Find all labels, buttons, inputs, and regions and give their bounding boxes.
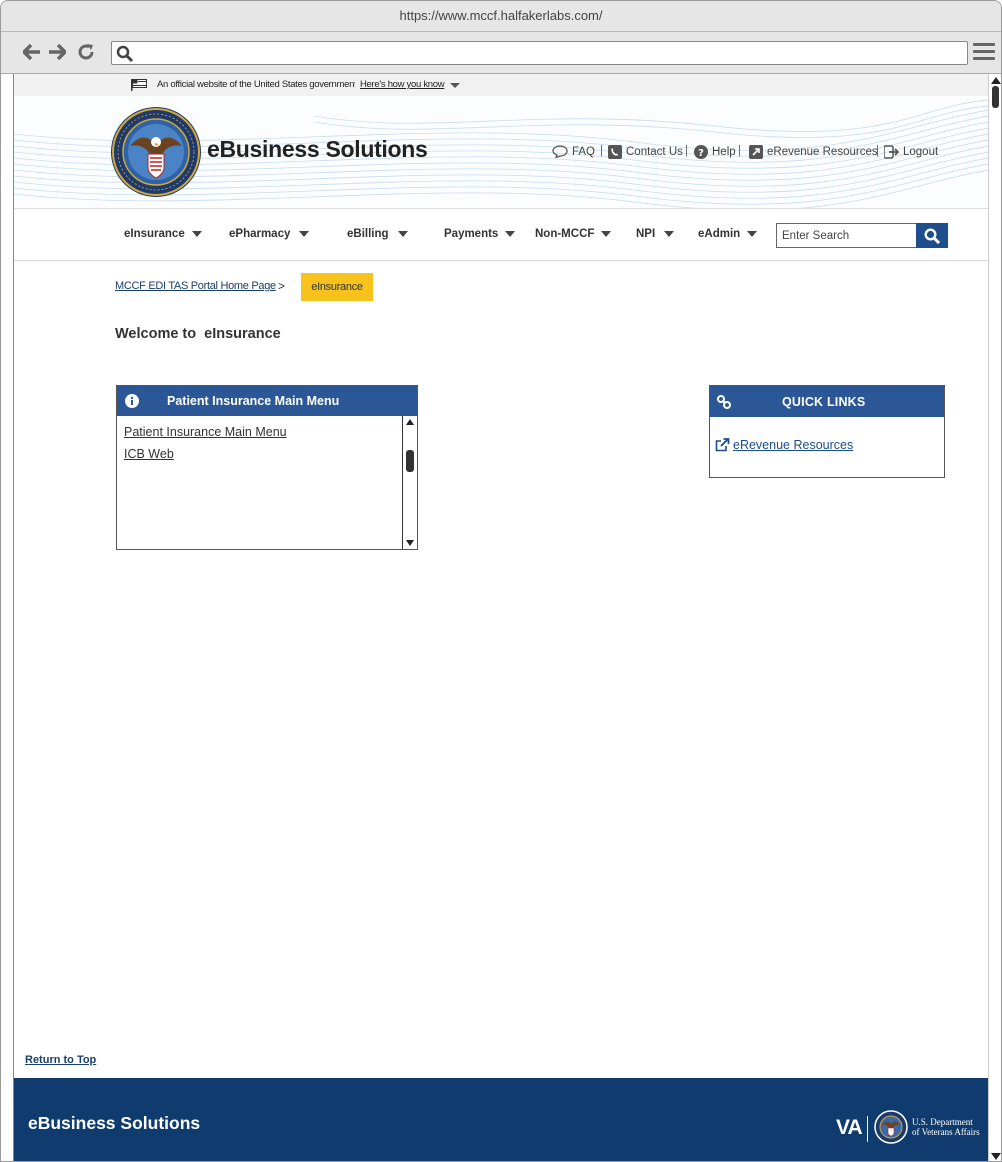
site-search [776, 223, 948, 248]
erevenue-label: eRevenue Resources [767, 146, 878, 158]
patient-insurance-main-menu-link[interactable]: Patient Insurance Main Menu [124, 421, 401, 443]
nav-item-ebilling[interactable]: eBilling [347, 228, 408, 240]
gov-banner: An official website of the United States… [14, 74, 988, 96]
nav-item-non-mccf[interactable]: Non-MCCF [535, 228, 612, 240]
logout-link[interactable]: Logout [884, 145, 938, 159]
browser-window: https://www.mccf.halfakerlabs.com/ An of… [0, 0, 1002, 1162]
arrow-right-icon [49, 44, 66, 60]
erevenue-resources-quick-link[interactable]: eRevenue Resources [715, 438, 853, 452]
va-logo-text: VA [836, 1116, 863, 1139]
help-link[interactable]: ? Help [694, 145, 736, 159]
chevron-down-icon [747, 231, 758, 237]
breadcrumb-separator: > [278, 279, 286, 293]
speech-bubble-icon [552, 145, 568, 158]
breadcrumb-home-link[interactable]: MCCF EDI TAS Portal Home Page [115, 280, 276, 292]
site-header: eBusiness Solutions FAQ | Contact Us | ?… [14, 96, 988, 209]
search-icon [116, 45, 134, 63]
quick-links-title: QUICK LINKS [782, 395, 866, 409]
gov-banner-text: An official website of the United States… [157, 79, 355, 90]
browser-title-bar: https://www.mccf.halfakerlabs.com/ [1, 1, 1001, 32]
icb-web-link[interactable]: ICB Web [124, 443, 401, 465]
nav-item-npi[interactable]: NPI [636, 228, 675, 240]
help-label: Help [712, 146, 736, 158]
va-department-name: U.S. Department of Veterans Affairs [912, 1117, 980, 1137]
page-viewport: An official website of the United States… [13, 74, 988, 1161]
chevron-down-icon [664, 231, 675, 237]
panel-list: Patient Insurance Main Menu ICB Web [117, 416, 401, 549]
return-to-top-link[interactable]: Return to Top [25, 1054, 96, 1066]
back-button[interactable] [21, 40, 43, 64]
nav-item-eadmin[interactable]: eAdmin [698, 228, 758, 240]
info-circle-icon [125, 394, 139, 408]
nav-item-payments[interactable]: Payments [444, 228, 516, 240]
question-circle-icon: ? [694, 145, 708, 159]
chevron-down-icon [505, 231, 516, 237]
patient-insurance-panel: Patient Insurance Main Menu Patient Insu… [116, 385, 418, 550]
external-link-icon [749, 145, 763, 159]
scroll-thumb[interactable] [406, 450, 414, 472]
contact-us-label: Contact Us [626, 146, 683, 158]
contact-us-link[interactable]: Contact Us [608, 145, 683, 159]
chevron-down-icon [191, 231, 202, 237]
chevron-down-icon [299, 231, 310, 237]
address-input[interactable] [138, 44, 958, 62]
panel-title: Patient Insurance Main Menu [167, 394, 340, 408]
va-seal-logo [874, 1110, 908, 1144]
search-button[interactable] [916, 223, 948, 248]
panel-scrollbar[interactable] [402, 416, 417, 549]
logout-label: Logout [903, 146, 939, 158]
nav-item-einsurance[interactable]: eInsurance [124, 228, 202, 240]
scroll-thumb[interactable] [992, 86, 999, 108]
page-scrollbar[interactable] [988, 74, 1001, 1161]
site-footer: eBusiness Solutions VA U.S. Department o… [14, 1078, 988, 1161]
va-seal-logo [111, 107, 201, 197]
quick-links-panel: QUICK LINKS eRevenue Resources [709, 385, 945, 478]
scroll-up-icon[interactable] [991, 77, 1001, 84]
arrow-left-icon [23, 44, 40, 60]
search-input[interactable] [776, 223, 917, 248]
external-link-icon [715, 438, 730, 452]
svg-text:?: ? [698, 148, 704, 159]
main-navigation: eInsurance ePharmacy eBilling Payments N… [14, 209, 988, 261]
scroll-down-icon[interactable] [991, 1153, 1001, 1160]
quick-link-label: eRevenue Resources [733, 438, 854, 452]
util-separator: | [876, 145, 879, 157]
util-separator: | [738, 145, 741, 157]
faq-link[interactable]: FAQ [552, 145, 595, 158]
nav-item-epharmacy[interactable]: ePharmacy [229, 228, 310, 240]
address-bar[interactable] [111, 41, 968, 65]
breadcrumb-current: eInsurance [301, 273, 373, 301]
panel-header: Patient Insurance Main Menu [117, 386, 417, 416]
logout-icon [884, 145, 899, 159]
forward-button[interactable] [46, 40, 68, 64]
util-separator: | [685, 145, 688, 157]
footer-divider [867, 1116, 868, 1142]
quick-links-header: QUICK LINKS [710, 386, 944, 417]
erevenue-resources-link[interactable]: eRevenue Resources [749, 145, 878, 159]
page-title: Welcome to eInsurance [115, 326, 281, 342]
chevron-down-icon [397, 231, 408, 237]
chevron-down-icon[interactable] [450, 83, 460, 88]
chevron-down-icon [601, 231, 612, 237]
link-icon [717, 395, 731, 409]
util-separator: | [600, 145, 603, 157]
heres-how-you-know-link[interactable]: Here's how you know [360, 79, 445, 90]
browser-url-title: https://www.mccf.halfakerlabs.com/ [399, 8, 603, 23]
hamburger-menu-icon[interactable] [973, 43, 995, 65]
us-flag-icon [131, 79, 147, 91]
faq-label: FAQ [572, 145, 596, 158]
scroll-up-icon[interactable] [406, 419, 414, 425]
site-title: eBusiness Solutions [207, 136, 428, 162]
reload-icon [78, 44, 94, 60]
phone-icon [608, 145, 622, 159]
browser-toolbar [1, 32, 1001, 74]
scroll-down-icon[interactable] [406, 540, 414, 546]
search-icon [924, 227, 940, 244]
footer-brand: eBusiness Solutions [28, 1113, 201, 1133]
reload-button[interactable] [75, 40, 97, 64]
